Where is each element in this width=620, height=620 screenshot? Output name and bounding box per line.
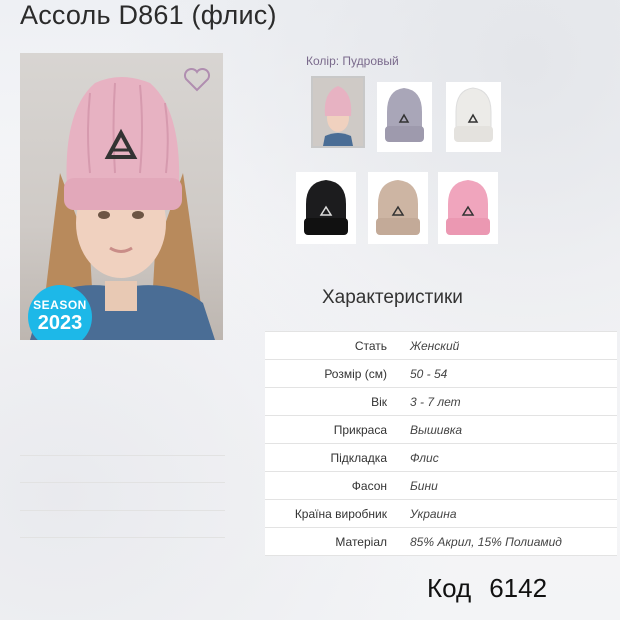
spec-row: Стать Женский [265, 331, 617, 360]
season-badge-year: 2023 [37, 312, 83, 334]
spec-row: Вік 3 - 7 лет [265, 388, 617, 416]
spec-label: Розмір (см) [324, 367, 387, 381]
spec-label: Країна виробник [294, 507, 387, 521]
girl-beanie-thumbnail [313, 78, 363, 146]
spec-row: Країна виробник Украина [265, 500, 617, 528]
spec-row: Фасон Бини [265, 472, 617, 500]
season-badge: SEASON 2023 [28, 285, 92, 340]
heart-icon[interactable] [183, 68, 211, 92]
spec-label: Матеріал [335, 535, 387, 549]
spec-value: Флис [410, 451, 439, 465]
color-swatch-beige[interactable] [368, 172, 428, 244]
season-badge-label: SEASON [33, 298, 87, 312]
color-swatch-white[interactable] [446, 82, 501, 152]
color-label-value: Пудровый [342, 54, 399, 68]
product-photo[interactable]: SEASON 2023 [20, 53, 223, 340]
spec-row: Підкладка Флис [265, 444, 617, 472]
spec-label: Стать [354, 339, 387, 353]
spec-label: Фасон [351, 479, 387, 493]
spec-value: Украина [410, 507, 457, 521]
black-beanie-icon [304, 180, 348, 235]
lilac-beanie-icon [385, 88, 424, 142]
spec-row: Розмір (см) 50 - 54 [265, 360, 617, 388]
spec-value: Бини [410, 479, 438, 493]
spec-label: Прикраса [333, 423, 387, 437]
spec-value: Женский [410, 339, 460, 353]
color-swatch-pink[interactable] [438, 172, 498, 244]
specs-title: Характеристики [322, 287, 463, 308]
product-code-value: 6142 [489, 573, 548, 603]
color-label: Колір: Пудровый [306, 54, 399, 68]
spec-value: 50 - 54 [410, 367, 448, 381]
color-swatch-black[interactable] [296, 172, 356, 244]
beige-beanie-icon [376, 180, 420, 235]
spec-row: Прикраса Вышивка [265, 416, 617, 444]
product-title: Ассоль D861 (флис) [20, 0, 277, 30]
spec-value: Вышивка [410, 423, 463, 437]
placeholder-lines [20, 428, 225, 538]
specs-table: Стать Женский Розмір (см) 50 - 54 Вік 3 - 7 л… [265, 331, 617, 556]
product-code-label: Код [427, 573, 472, 603]
spec-value: 85% Акрил, 15% Полиамид [410, 535, 562, 549]
color-swatch-powder[interactable] [311, 76, 365, 148]
spec-label: Вік [371, 395, 387, 409]
pink-beanie-icon [446, 180, 490, 235]
spec-row: Матеріал 85% Акрил, 15% Полиамид [265, 528, 617, 556]
spec-label: Підкладка [330, 451, 387, 465]
product-code: Код 6142 [427, 573, 547, 604]
white-beanie-icon [454, 87, 493, 142]
color-swatch-lilac-grey[interactable] [377, 82, 432, 152]
spec-value: 3 - 7 лет [410, 395, 461, 409]
color-label-key: Колір: [306, 54, 340, 68]
